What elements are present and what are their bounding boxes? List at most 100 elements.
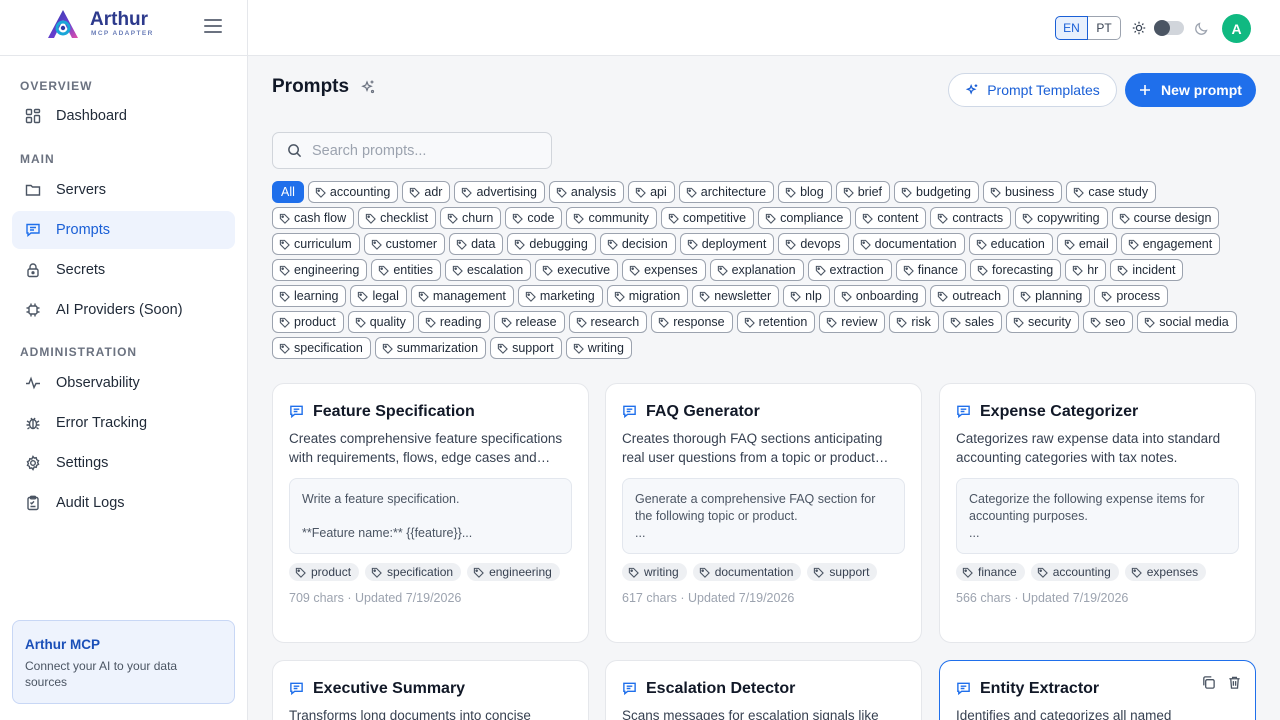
tag-filter-devops[interactable]: devops bbox=[778, 233, 849, 255]
tag-filter-content[interactable]: content bbox=[855, 207, 927, 229]
tag-filter-analysis[interactable]: analysis bbox=[548, 181, 625, 203]
prompt-card-entity-extractor[interactable]: Entity Extractor Identifies and categori… bbox=[939, 660, 1256, 720]
card-tag[interactable]: accounting bbox=[1030, 563, 1119, 581]
tag-filter-api[interactable]: api bbox=[628, 181, 675, 203]
tag-filter-sales[interactable]: sales bbox=[942, 311, 1003, 333]
tag-filter-review[interactable]: review bbox=[819, 311, 886, 333]
tag-filter-decision[interactable]: decision bbox=[599, 233, 676, 255]
tag-filter-social-media[interactable]: social media bbox=[1137, 311, 1237, 333]
card-tag[interactable]: support bbox=[807, 563, 878, 581]
arthur-logo-icon[interactable] bbox=[44, 8, 82, 40]
promo-card[interactable]: Arthur MCP Connect your AI to your data … bbox=[12, 620, 235, 704]
sidebar-item-servers[interactable]: Servers bbox=[12, 171, 235, 209]
tag-filter-research[interactable]: research bbox=[568, 311, 648, 333]
tag-filter-explanation[interactable]: explanation bbox=[709, 259, 804, 281]
tag-filter-planning[interactable]: planning bbox=[1013, 285, 1091, 307]
tag-filter-extraction[interactable]: extraction bbox=[807, 259, 892, 281]
card-tag[interactable]: specification bbox=[365, 563, 462, 581]
tag-filter-adr[interactable]: adr bbox=[402, 181, 451, 203]
tag-filter-retention[interactable]: retention bbox=[736, 311, 816, 333]
sidebar-item-secrets[interactable]: Secrets bbox=[12, 251, 235, 289]
theme-toggle[interactable] bbox=[1154, 20, 1184, 36]
tag-filter-onboarding[interactable]: onboarding bbox=[833, 285, 927, 307]
tag-filter-migration[interactable]: migration bbox=[606, 285, 689, 307]
tag-filter-data[interactable]: data bbox=[449, 233, 504, 255]
user-avatar[interactable]: A bbox=[1222, 14, 1251, 43]
card-tag[interactable]: engineering bbox=[467, 563, 560, 581]
sidebar-item-observability[interactable]: Observability bbox=[12, 364, 235, 402]
tag-filter-escalation[interactable]: escalation bbox=[444, 259, 532, 281]
tag-filter-hr[interactable]: hr bbox=[1065, 259, 1107, 281]
tag-filter-seo[interactable]: seo bbox=[1083, 311, 1134, 333]
tag-filter-email[interactable]: email bbox=[1056, 233, 1117, 255]
tag-filter-forecasting[interactable]: forecasting bbox=[970, 259, 1062, 281]
new-prompt-button[interactable]: New prompt bbox=[1125, 73, 1256, 107]
prompt-card-escalation-detector[interactable]: Escalation Detector Scans messages for e… bbox=[605, 660, 922, 720]
tag-filter-reading[interactable]: reading bbox=[417, 311, 490, 333]
tag-filter-risk[interactable]: risk bbox=[889, 311, 939, 333]
prompt-card-executive-summary[interactable]: Executive Summary Transforms long docume… bbox=[272, 660, 589, 720]
tag-filter-management[interactable]: management bbox=[410, 285, 514, 307]
prompt-card-expense-categorizer[interactable]: Expense Categorizer Categorizes raw expe… bbox=[939, 383, 1256, 643]
search-input[interactable] bbox=[312, 142, 542, 159]
tag-filter-blog[interactable]: blog bbox=[778, 181, 832, 203]
tag-filter-course-design[interactable]: course design bbox=[1111, 207, 1220, 229]
tag-filter-All[interactable]: All bbox=[272, 181, 304, 203]
language-pt-button[interactable]: PT bbox=[1088, 16, 1121, 40]
tag-filter-security[interactable]: security bbox=[1006, 311, 1080, 333]
tag-filter-checklist[interactable]: checklist bbox=[358, 207, 437, 229]
tag-filter-competitive[interactable]: competitive bbox=[660, 207, 755, 229]
tag-filter-incident[interactable]: incident bbox=[1110, 259, 1184, 281]
tag-filter-support[interactable]: support bbox=[490, 337, 562, 359]
tag-filter-community[interactable]: community bbox=[566, 207, 657, 229]
tag-filter-legal[interactable]: legal bbox=[350, 285, 407, 307]
tag-filter-curriculum[interactable]: curriculum bbox=[272, 233, 360, 255]
tag-filter-engineering[interactable]: engineering bbox=[272, 259, 368, 281]
tag-filter-newsletter[interactable]: newsletter bbox=[692, 285, 780, 307]
tag-filter-quality[interactable]: quality bbox=[347, 311, 414, 333]
tag-filter-cash-flow[interactable]: cash flow bbox=[272, 207, 355, 229]
tag-filter-customer[interactable]: customer bbox=[363, 233, 446, 255]
tag-filter-churn[interactable]: churn bbox=[440, 207, 502, 229]
tag-filter-copywriting[interactable]: copywriting bbox=[1015, 207, 1108, 229]
sidebar-item-ai-providers[interactable]: AI Providers (Soon) bbox=[12, 291, 235, 329]
tag-filter-contracts[interactable]: contracts bbox=[930, 207, 1012, 229]
tag-filter-engagement[interactable]: engagement bbox=[1120, 233, 1221, 255]
tag-filter-documentation[interactable]: documentation bbox=[852, 233, 965, 255]
tag-filter-case-study[interactable]: case study bbox=[1066, 181, 1157, 203]
tag-filter-expenses[interactable]: expenses bbox=[622, 259, 706, 281]
sidebar-item-error-tracking[interactable]: Error Tracking bbox=[12, 404, 235, 442]
prompt-card-faq-generator[interactable]: FAQ Generator Creates thorough FAQ secti… bbox=[605, 383, 922, 643]
tag-filter-finance[interactable]: finance bbox=[895, 259, 967, 281]
tag-filter-deployment[interactable]: deployment bbox=[679, 233, 775, 255]
copy-icon[interactable] bbox=[1201, 675, 1217, 691]
tag-filter-education[interactable]: education bbox=[968, 233, 1053, 255]
tag-filter-executive[interactable]: executive bbox=[535, 259, 619, 281]
tag-filter-code[interactable]: code bbox=[505, 207, 563, 229]
tag-filter-nlp[interactable]: nlp bbox=[783, 285, 830, 307]
sidebar-item-audit-logs[interactable]: Audit Logs bbox=[12, 484, 235, 522]
language-en-button[interactable]: EN bbox=[1055, 16, 1088, 40]
tag-filter-entities[interactable]: entities bbox=[371, 259, 441, 281]
tag-filter-learning[interactable]: learning bbox=[272, 285, 347, 307]
tag-filter-architecture[interactable]: architecture bbox=[678, 181, 775, 203]
prompt-templates-button[interactable]: Prompt Templates bbox=[948, 73, 1117, 107]
card-tag[interactable]: documentation bbox=[692, 563, 802, 581]
card-tag[interactable]: product bbox=[289, 563, 360, 581]
tag-filter-product[interactable]: product bbox=[272, 311, 344, 333]
tag-filter-process[interactable]: process bbox=[1094, 285, 1169, 307]
tag-filter-debugging[interactable]: debugging bbox=[507, 233, 596, 255]
trash-icon[interactable] bbox=[1227, 675, 1243, 691]
sidebar-item-dashboard[interactable]: Dashboard bbox=[12, 97, 235, 135]
card-tag[interactable]: expenses bbox=[1124, 563, 1207, 581]
tag-filter-writing[interactable]: writing bbox=[565, 337, 632, 359]
tag-filter-business[interactable]: business bbox=[982, 181, 1063, 203]
card-tag[interactable]: writing bbox=[622, 563, 687, 581]
tag-filter-accounting[interactable]: accounting bbox=[307, 181, 399, 203]
card-tag[interactable]: finance bbox=[956, 563, 1025, 581]
tag-filter-advertising[interactable]: advertising bbox=[454, 181, 545, 203]
tag-filter-marketing[interactable]: marketing bbox=[517, 285, 603, 307]
sidebar-item-settings[interactable]: Settings bbox=[12, 444, 235, 482]
tag-filter-brief[interactable]: brief bbox=[835, 181, 891, 203]
prompt-card-feature-specification[interactable]: Feature Specification Creates comprehens… bbox=[272, 383, 589, 643]
